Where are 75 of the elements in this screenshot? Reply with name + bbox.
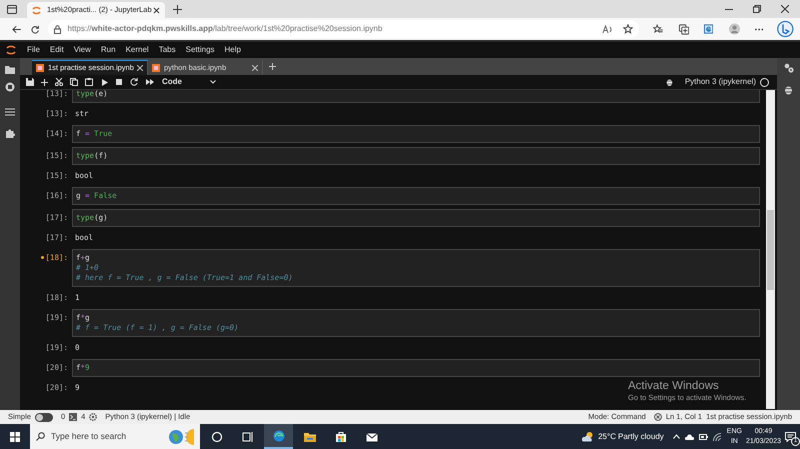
search-field[interactable]: Type here to search — [30, 424, 200, 449]
cut-icon[interactable] — [55, 78, 63, 86]
task-view-icon — [242, 430, 254, 442]
menu-item[interactable]: Settings — [180, 44, 220, 56]
kernel-name[interactable]: Python 3 (ipykernel) — [684, 76, 756, 88]
close-icon[interactable] — [252, 64, 258, 70]
cloud-icon[interactable] — [684, 434, 694, 440]
close-icon[interactable] — [781, 5, 789, 13]
favorites-icon[interactable] — [652, 24, 663, 34]
search-placeholder: Type here to search — [51, 430, 128, 443]
kernel-status-icon — [760, 78, 769, 86]
run-icon[interactable] — [102, 78, 108, 86]
property-inspector-icon[interactable] — [784, 63, 794, 73]
bing-icon[interactable] — [777, 20, 794, 38]
debugger-icon[interactable] — [784, 85, 793, 95]
more-icon[interactable] — [755, 28, 764, 30]
avatar-icon[interactable] — [729, 23, 740, 35]
puzzle-icon[interactable] — [5, 128, 15, 138]
tab-actions-icon[interactable] — [7, 4, 17, 14]
globe-picture-icon — [168, 428, 194, 446]
close-icon[interactable] — [137, 65, 143, 71]
jupyter-logo-icon — [32, 6, 41, 14]
menu-item[interactable]: File — [22, 44, 45, 56]
cortana-circle-icon — [210, 430, 222, 442]
scrollbar[interactable] — [766, 90, 775, 409]
temperature[interactable]: 25°C — [598, 430, 616, 442]
store-bag-icon — [334, 430, 346, 442]
browser-icon — [272, 430, 284, 442]
menu-item[interactable]: View — [68, 44, 96, 56]
activation-title: Activate Windows — [628, 379, 720, 393]
folder-icon — [304, 430, 316, 442]
kernel-gear-icon[interactable] — [89, 413, 98, 421]
star-add-icon[interactable] — [622, 24, 633, 34]
simple-mode-toggle[interactable] — [34, 412, 53, 422]
menu-item[interactable]: Help — [220, 44, 246, 56]
copy-icon[interactable] — [70, 78, 78, 86]
restore-icon[interactable] — [753, 5, 761, 13]
extension-icon[interactable] — [704, 24, 714, 34]
jupyter-logo-icon[interactable] — [6, 45, 16, 55]
menu-item[interactable]: Tabs — [154, 44, 181, 56]
refresh-icon[interactable] — [31, 24, 40, 34]
collections-icon[interactable] — [678, 24, 689, 34]
battery-icon[interactable] — [698, 434, 708, 440]
search-icon — [36, 432, 45, 441]
back-icon[interactable] — [12, 24, 22, 34]
terminal-icon[interactable] — [69, 413, 78, 421]
add-tab-icon[interactable] — [269, 63, 276, 70]
running-icon[interactable] — [5, 82, 15, 92]
save-icon[interactable] — [26, 78, 34, 86]
folder-icon[interactable] — [5, 65, 15, 74]
caret-icon[interactable] — [210, 80, 216, 84]
weather-icon[interactable] — [582, 431, 594, 442]
paste-icon[interactable] — [85, 78, 93, 86]
windows-start-icon[interactable] — [10, 432, 20, 442]
new-tab-icon[interactable] — [173, 4, 182, 14]
error-icon[interactable] — [654, 413, 662, 421]
weather-text[interactable]: Partly cloudy — [618, 430, 664, 442]
cell-type-dropdown[interactable]: Code — [162, 76, 182, 88]
fast-forward-icon[interactable] — [146, 79, 154, 85]
wifi-icon[interactable] — [712, 432, 721, 440]
menu-item[interactable]: Run — [96, 44, 121, 56]
notification-icon[interactable] — [785, 432, 796, 442]
menu-item[interactable]: Edit — [44, 44, 69, 56]
lock-icon — [54, 24, 61, 34]
notebook-icon — [36, 64, 44, 72]
restart-icon[interactable] — [130, 78, 138, 86]
add-icon[interactable] — [41, 78, 48, 86]
list-icon[interactable] — [5, 108, 15, 116]
bug-icon[interactable] — [666, 78, 673, 86]
close-icon[interactable] — [153, 6, 160, 14]
menu-item[interactable]: Kernel — [120, 44, 154, 56]
mail-icon — [366, 430, 378, 442]
read-aloud-icon[interactable] — [602, 24, 613, 34]
notebook-icon — [152, 64, 160, 72]
chevron-up-icon[interactable] — [672, 434, 680, 439]
